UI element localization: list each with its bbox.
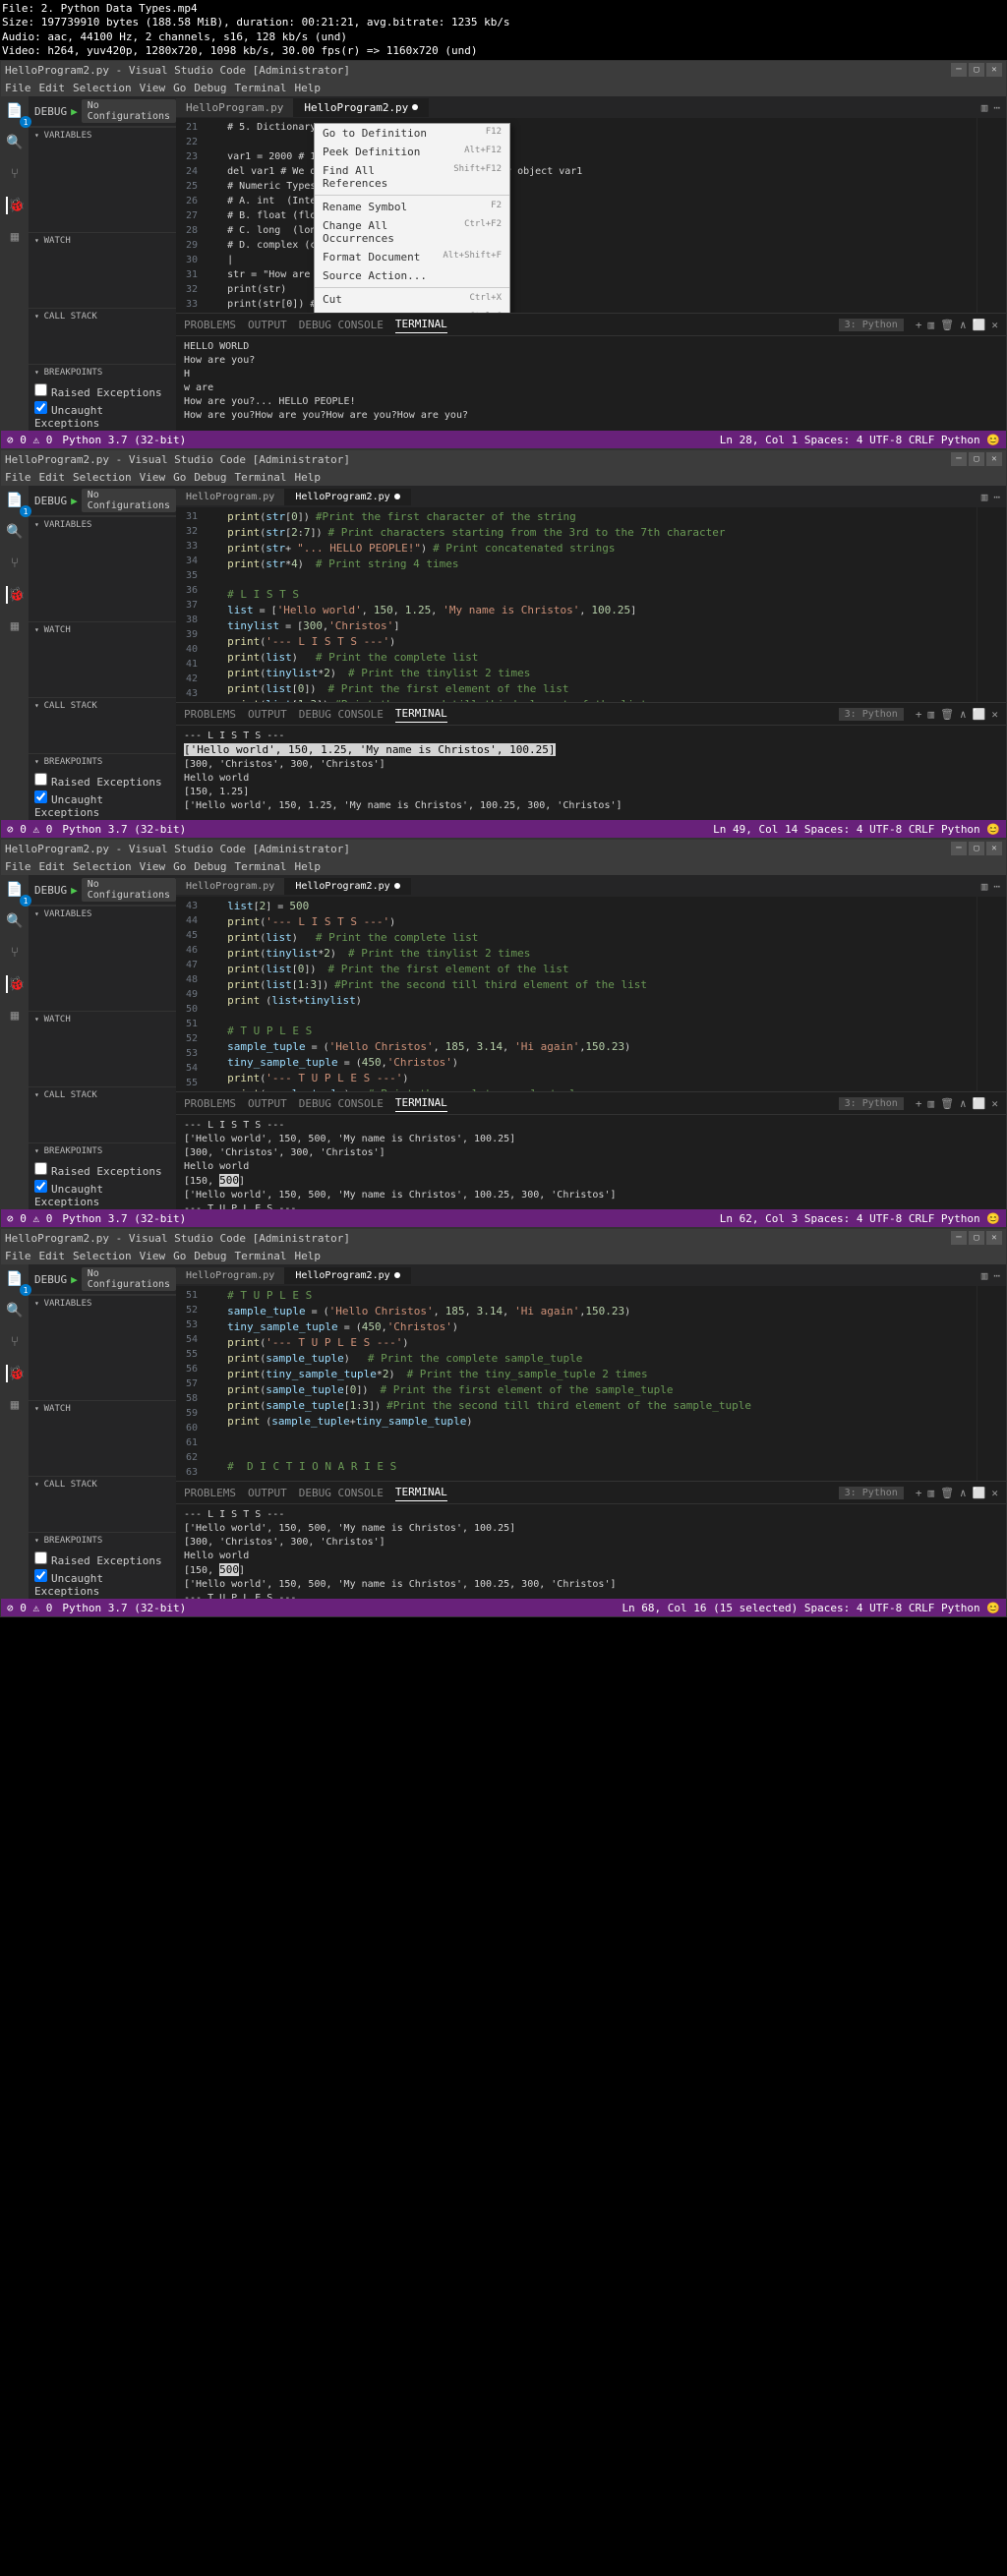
ctx-goto[interactable]: Go to DefinitionF12 <box>315 124 509 143</box>
window-title: HelloProgram2.py - Visual Studio Code [A… <box>5 64 350 77</box>
vscode-frame-3: HelloProgram2.py - Visual Studio Code [A… <box>0 839 1007 1228</box>
term-trash-icon[interactable]: 🗑 <box>940 317 954 333</box>
menu-file[interactable]: File <box>5 82 31 94</box>
menu-go[interactable]: Go <box>173 82 186 94</box>
menu-debug[interactable]: Debug <box>194 82 226 94</box>
breakpoints-section[interactable]: BREAKPOINTS <box>29 364 176 381</box>
uncaught-exceptions[interactable]: Uncaught Exceptions <box>34 400 170 431</box>
activitybar: 📄1 🔍 ⑂ 🐞 ▦ <box>1 96 29 431</box>
term-max-icon[interactable]: ⬜ <box>973 317 986 333</box>
status-cursor[interactable]: Ln 28, Col 1 Spaces: 4 UTF-8 CRLF Python… <box>720 434 1000 446</box>
minimap[interactable] <box>977 118 1006 313</box>
config-select[interactable]: No Configurations <box>82 99 176 123</box>
minimize-icon[interactable]: ─ <box>951 63 967 77</box>
tabs: HelloProgram.py HelloProgram2.py ▥ ⋯ <box>176 96 1006 118</box>
tab-helloprogram[interactable]: HelloProgram.py <box>176 98 294 117</box>
tab-helloprogram2[interactable]: HelloProgram2.py <box>294 98 429 117</box>
titlebar[interactable]: HelloProgram2.py - Visual Studio Code [A… <box>1 61 1006 79</box>
maximize-icon[interactable]: ▢ <box>969 63 984 77</box>
raised-exceptions[interactable]: Raised Exceptions <box>34 382 170 400</box>
watch-section[interactable]: WATCH <box>29 232 176 249</box>
ctx-copy[interactable]: CopyCtrl+C <box>315 309 509 313</box>
code-editor[interactable]: 2122232425262728293031323334353637383940… <box>176 118 1006 313</box>
ctx-format[interactable]: Format DocumentAlt+Shift+F <box>315 248 509 266</box>
ctx-rename[interactable]: Rename SymbolF2 <box>315 198 509 216</box>
term-select[interactable]: 3: Python <box>839 319 904 331</box>
search-icon[interactable]: 🔍 <box>6 134 24 151</box>
explorer-icon[interactable]: 📄1 <box>6 102 24 120</box>
variables-section[interactable]: VARIABLES <box>29 127 176 144</box>
status-errors[interactable]: ⊘ 0 ⚠ 0 <box>7 434 52 446</box>
menu-terminal[interactable]: Terminal <box>234 82 286 94</box>
modified-dot-icon <box>412 104 418 110</box>
terminal-output[interactable]: HELLO WORLD How are you? H w are How are… <box>176 336 1006 431</box>
term-close-icon[interactable]: ✕ <box>991 317 998 333</box>
scm-icon[interactable]: ⑂ <box>6 165 24 183</box>
term-output[interactable]: OUTPUT <box>248 317 287 333</box>
vscode-frame-2: HelloProgram2.py - Visual Studio Code [A… <box>0 449 1007 839</box>
extensions-icon[interactable]: ▦ <box>6 228 24 246</box>
vscode-frame-4: HelloProgram2.py - Visual Studio Code [A… <box>0 1228 1007 1617</box>
vscode-frame-1: HelloProgram2.py - Visual Studio Code [A… <box>0 60 1007 449</box>
context-menu: Go to DefinitionF12 Peek DefinitionAlt+F… <box>314 123 510 313</box>
menu-selection[interactable]: Selection <box>73 82 132 94</box>
gutter: 2122232425262728293031323334353637383940… <box>176 118 204 313</box>
editor: HelloProgram.py HelloProgram2.py ▥ ⋯ 2122… <box>176 96 1006 431</box>
ctx-change[interactable]: Change All OccurrencesCtrl+F2 <box>315 216 509 248</box>
statusbar: ⊘ 0 ⚠ 0 Python 3.7 (32-bit) Ln 28, Col 1 … <box>1 431 1006 448</box>
term-terminal[interactable]: TERMINAL <box>395 316 447 333</box>
terminal-panel: PROBLEMS OUTPUT DEBUG CONSOLE TERMINAL 3… <box>176 313 1006 431</box>
menu-edit[interactable]: Edit <box>39 82 66 94</box>
file-info: File: 2. Python Data Types.mp4 Size: 197… <box>0 0 1007 60</box>
more-icon[interactable]: ⋯ <box>993 101 1000 114</box>
menu-help[interactable]: Help <box>294 82 321 94</box>
sidebar: DEBUG ▶ No Configurations ⚙ ▣ VARIABLES … <box>29 96 176 431</box>
debug-toolbar: DEBUG ▶ No Configurations ⚙ ▣ <box>29 96 176 127</box>
term-debugcon[interactable]: DEBUG CONSOLE <box>299 317 384 333</box>
term-problems[interactable]: PROBLEMS <box>184 317 236 333</box>
debug-label: DEBUG <box>34 105 67 118</box>
menubar[interactable]: File Edit Selection View Go Debug Termin… <box>1 79 1006 96</box>
term-up-icon[interactable]: ∧ <box>960 317 967 333</box>
play-icon[interactable]: ▶ <box>71 105 78 118</box>
ctx-source[interactable]: Source Action... <box>315 266 509 285</box>
status-python[interactable]: Python 3.7 (32-bit) <box>62 434 186 446</box>
split-icon[interactable]: ▥ <box>981 101 988 114</box>
ctx-findref[interactable]: Find All ReferencesShift+F12 <box>315 161 509 193</box>
term-add-icon[interactable]: + <box>916 317 922 333</box>
callstack-section[interactable]: CALL STACK <box>29 308 176 324</box>
term-split-icon[interactable]: ▥ <box>927 317 934 333</box>
ctx-peek[interactable]: Peek DefinitionAlt+F12 <box>315 143 509 161</box>
menu-view[interactable]: View <box>140 82 166 94</box>
debug-icon[interactable]: 🐞 <box>6 197 24 214</box>
close-icon[interactable]: ✕ <box>986 63 1002 77</box>
ctx-cut[interactable]: CutCtrl+X <box>315 290 509 309</box>
